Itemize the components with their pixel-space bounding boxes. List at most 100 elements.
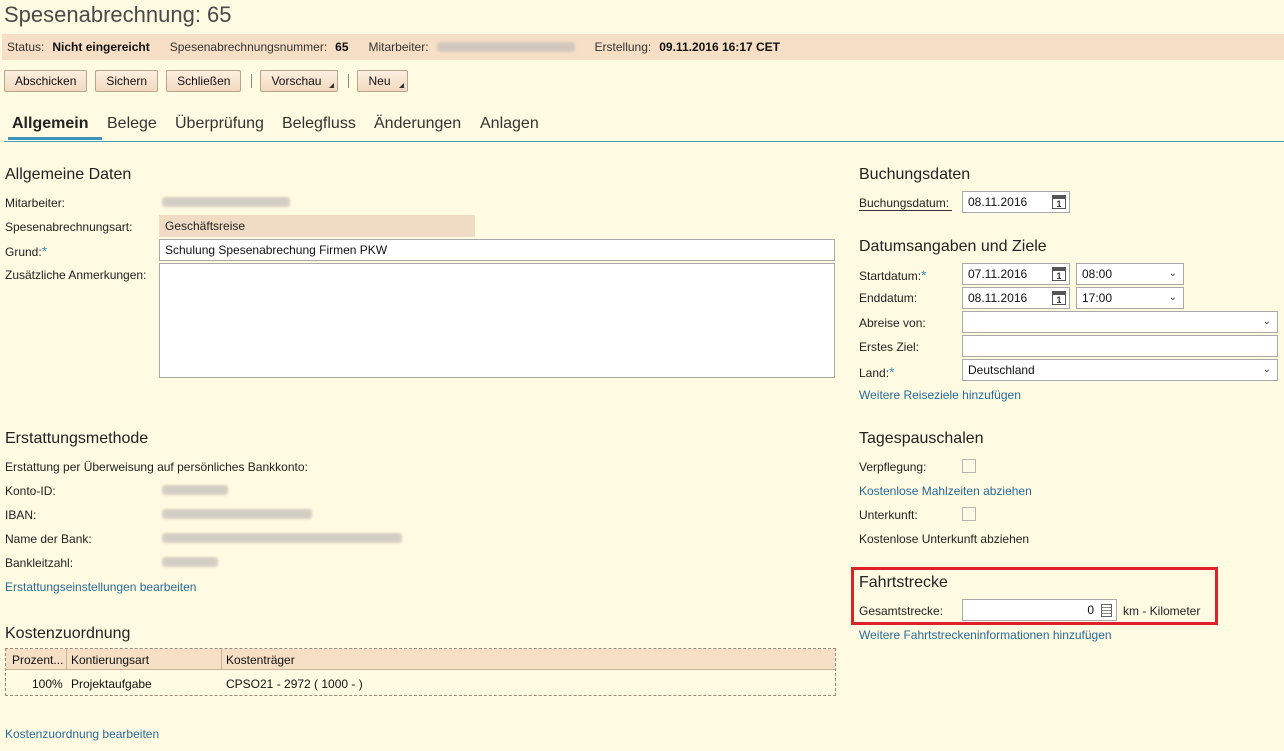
distance-heading: Fahrtstrecke — [859, 574, 948, 591]
toolbar-separator — [348, 74, 350, 88]
blz-redacted — [162, 557, 218, 567]
country-select[interactable]: Deutschland ⌄ — [962, 359, 1278, 381]
status-bar: Status: Nicht eingereicht Spesenabrechnu… — [2, 34, 1284, 60]
save-button[interactable]: Sichern — [95, 70, 159, 92]
tab-aenderungen[interactable]: Änderungen — [374, 115, 461, 133]
column-header-carrier[interactable]: Kostenträger — [226, 653, 295, 667]
booking-date-label: Buchungsdatum: — [859, 196, 952, 211]
notes-label: Zusätzliche Anmerkungen: — [5, 268, 147, 282]
add-destinations-link[interactable]: Weitere Reiseziele hinzufügen — [859, 388, 1021, 402]
type-value: Geschäftsreise — [159, 215, 475, 237]
first-destination-label: Erstes Ziel: — [859, 340, 920, 354]
iban-label: IBAN: — [5, 508, 37, 522]
tab-belegfluss[interactable]: Belegfluss — [282, 115, 356, 133]
employee-redacted — [436, 42, 575, 52]
type-label: Spesenabrechnungsart: — [5, 220, 133, 234]
total-distance-label: Gesamtstrecke: — [859, 604, 944, 618]
country-label: Land:* — [859, 364, 895, 380]
tab-belege[interactable]: Belege — [107, 115, 157, 133]
end-date-value: 08.11.2016 — [968, 291, 1028, 305]
bank-redacted — [162, 533, 402, 543]
start-label: Startdatum:* — [859, 267, 927, 283]
column-separator — [66, 649, 67, 670]
start-date-input[interactable]: 07.11.2016 1 — [962, 263, 1070, 285]
lodging-text: Kostenlose Unterkunft abziehen — [859, 532, 1030, 546]
number-label: Spesenabrechnungsnummer: — [169, 40, 328, 54]
column-header-type[interactable]: Kontierungsart — [71, 653, 149, 667]
required-icon: * — [921, 267, 927, 283]
general-employee-label: Mitarbeiter: — [5, 196, 66, 210]
add-distance-info-link[interactable]: Weitere Fahrtstreckeninformationen hinzu… — [859, 628, 1112, 642]
bank-label: Name der Bank: — [5, 532, 92, 546]
dates-heading: Datumsangaben und Ziele — [859, 238, 1047, 255]
distance-unit: km - Kilometer — [1123, 604, 1201, 618]
tab-anlagen[interactable]: Anlagen — [480, 115, 539, 133]
reimbursement-heading: Erstattungsmethode — [5, 430, 149, 447]
end-label: Enddatum: — [859, 291, 918, 305]
toolbar: Abschicken Sichern Schließen Vorschau Ne… — [4, 70, 416, 92]
calculator-icon[interactable] — [1101, 604, 1112, 617]
chevron-down-icon: ⌄ — [1168, 292, 1177, 303]
cost-heading: Kostenzuordnung — [5, 625, 131, 642]
departure-select[interactable]: ⌄ — [962, 311, 1278, 333]
menu-triangle-icon — [329, 83, 335, 88]
calendar-icon[interactable]: 1 — [1052, 291, 1066, 305]
cell-carrier: CPSO21 - 2972 ( 1000 - ) — [226, 677, 363, 691]
menu-triangle-icon — [398, 83, 404, 88]
first-destination-input[interactable] — [962, 335, 1278, 357]
total-distance-input[interactable]: 0 — [962, 599, 1117, 621]
allowance-heading: Tagespauschalen — [859, 430, 984, 447]
notes-textarea[interactable] — [159, 263, 835, 378]
number-value: 65 — [335, 40, 349, 54]
end-time-select[interactable]: 17:00 ⌄ — [1076, 287, 1184, 309]
created-value: 09.11.2016 16:17 CET — [659, 40, 781, 54]
reason-label: Grund:* — [5, 243, 48, 259]
tab-ueberpruefung[interactable]: Überprüfung — [175, 115, 264, 133]
calendar-icon[interactable]: 1 — [1052, 195, 1066, 209]
general-employee-redacted — [162, 197, 290, 207]
table-header: Prozent... Kontierungsart Kostenträger — [6, 649, 835, 670]
employee-label: Mitarbeiter: — [368, 40, 429, 54]
submit-button[interactable]: Abschicken — [4, 70, 88, 92]
account-label: Konto-ID: — [5, 484, 56, 498]
lodging-checkbox[interactable] — [962, 507, 976, 521]
booking-date-input[interactable]: 08.11.2016 1 — [962, 191, 1070, 213]
cell-type: Projektaufgabe — [71, 677, 152, 691]
reimbursement-method: Erstattung per Überweisung auf persönlic… — [5, 460, 308, 474]
booking-date-value: 08.11.2016 — [968, 195, 1028, 209]
tab-bar: Allgemein Belege Überprüfung Belegfluss … — [4, 112, 1284, 142]
total-distance-value: 0 — [1087, 603, 1094, 617]
calendar-icon[interactable]: 1 — [1052, 267, 1066, 281]
account-redacted — [162, 485, 228, 495]
booking-heading: Buchungsdaten — [859, 166, 971, 183]
lodging-label: Unterkunft: — [859, 508, 918, 522]
start-time-value: 08:00 — [1082, 267, 1113, 281]
column-header-percent[interactable]: Prozent... — [12, 653, 63, 667]
departure-label: Abreise von: — [859, 316, 926, 330]
active-tab-indicator — [8, 137, 102, 140]
iban-redacted — [162, 509, 312, 519]
edit-cost-link[interactable]: Kostenzuordnung bearbeiten — [5, 727, 159, 741]
close-button[interactable]: Schließen — [166, 70, 242, 92]
end-date-input[interactable]: 08.11.2016 1 — [962, 287, 1070, 309]
country-value: Deutschland — [968, 363, 1035, 377]
chevron-down-icon: ⌄ — [1168, 268, 1177, 279]
meals-label: Verpflegung: — [859, 460, 927, 474]
meals-link[interactable]: Kostenlose Mahlzeiten abziehen — [859, 484, 1032, 498]
start-time-select[interactable]: 08:00 ⌄ — [1076, 263, 1184, 285]
chevron-down-icon: ⌄ — [1262, 316, 1271, 327]
start-date-value: 07.11.2016 — [968, 267, 1028, 281]
end-time-value: 17:00 — [1082, 291, 1113, 305]
general-heading: Allgemeine Daten — [5, 166, 132, 183]
page-title: Spesenabrechnung: 65 — [4, 2, 232, 27]
toolbar-separator — [251, 74, 253, 88]
preview-button[interactable]: Vorschau — [260, 70, 339, 92]
meals-checkbox[interactable] — [962, 459, 976, 473]
tab-allgemein[interactable]: Allgemein — [12, 115, 88, 133]
status-label: Status: — [7, 40, 45, 54]
preview-label: Vorschau — [271, 74, 322, 88]
reason-input[interactable]: Schulung Spesenabrechung Firmen PKW — [159, 239, 835, 261]
new-button[interactable]: Neu — [357, 70, 408, 92]
cell-percent: 100% — [32, 677, 63, 691]
edit-reimbursement-link[interactable]: Erstattungseinstellungen bearbeiten — [5, 580, 196, 594]
